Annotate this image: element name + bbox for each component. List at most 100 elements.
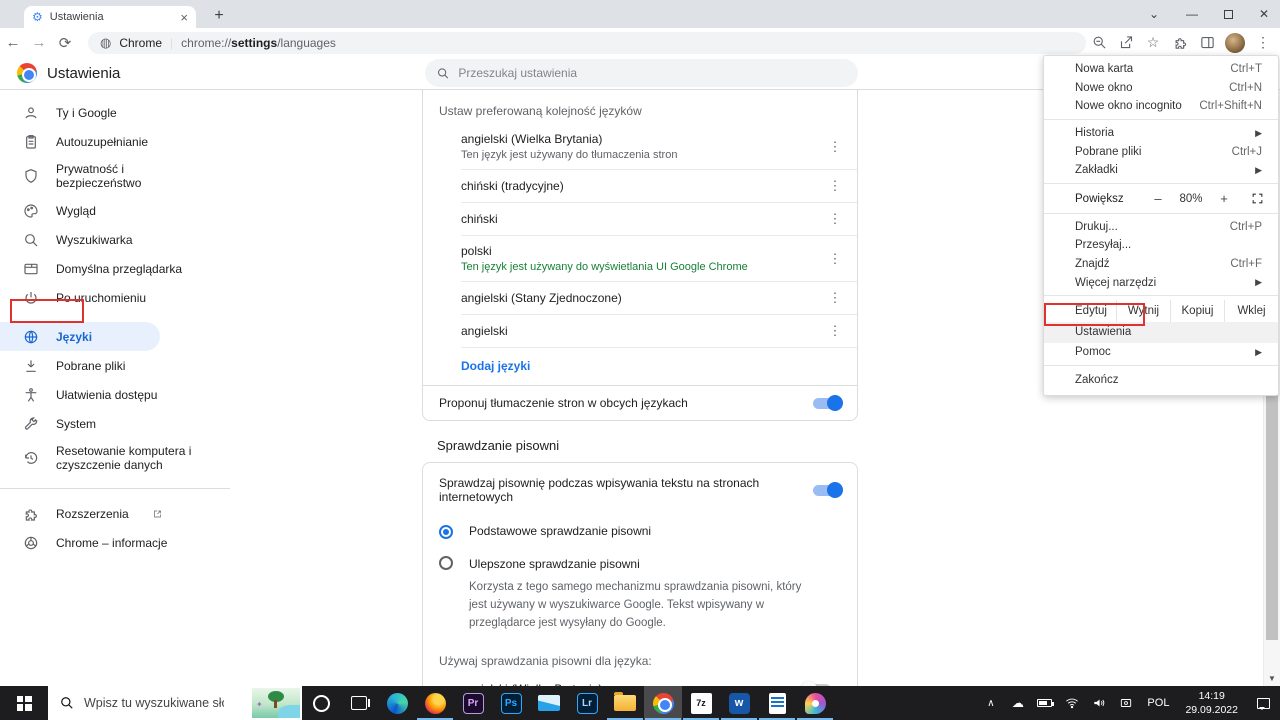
profile-avatar[interactable] (1225, 32, 1245, 53)
forward-icon[interactable]: → (26, 34, 52, 51)
share-icon[interactable] (1117, 34, 1135, 52)
sidebar-item-appearance[interactable]: Wygląd (0, 196, 230, 225)
external-link-icon (145, 505, 162, 522)
language-kebab-icon[interactable]: ⋮ (823, 251, 847, 267)
photoshop-button[interactable]: Ps (492, 686, 530, 720)
menu-item-more-tools[interactable]: Więcej narzędzi ▶ (1044, 273, 1278, 292)
menu-item-exit[interactable]: Zakończ (1044, 370, 1278, 391)
start-button[interactable] (0, 686, 48, 720)
language-kebab-icon[interactable]: ⋮ (823, 290, 847, 306)
language-kebab-icon[interactable]: ⋮ (823, 178, 847, 194)
back-icon[interactable]: ← (0, 34, 26, 51)
premiere-button[interactable]: Pr (454, 686, 492, 720)
action-center-button[interactable] (1246, 697, 1280, 710)
sidebar-item-languages[interactable]: Języki (0, 322, 160, 351)
volume-icon[interactable] (1085, 696, 1112, 710)
edge-button[interactable] (378, 686, 416, 720)
tray-expand-chevron-icon[interactable]: ∧ (977, 698, 1004, 709)
lightroom-button[interactable]: Lr (568, 686, 606, 720)
menu-item-help[interactable]: Pomoc ▶ (1044, 343, 1278, 362)
menu-item-bookmarks[interactable]: Zakładki ▶ (1044, 161, 1278, 180)
firefox-button[interactable] (416, 686, 454, 720)
bookmark-star-icon[interactable]: ☆ (1144, 34, 1162, 52)
offer-translate-toggle[interactable] (813, 395, 843, 411)
mail-button[interactable] (530, 686, 568, 720)
tab-title: Ustawienia (49, 11, 104, 23)
paint3d-button[interactable] (796, 686, 834, 720)
sidebar-item-system[interactable]: System (0, 409, 230, 438)
sidebar-item-reset[interactable]: Resetowanie komputera i czyszczenie dany… (0, 438, 210, 478)
scrollbar-down-arrow-icon[interactable]: ▼ (1264, 674, 1280, 683)
cut-button[interactable]: Wytnij (1116, 299, 1170, 322)
chrome-button[interactable] (644, 686, 682, 720)
taskbar-search-input[interactable] (84, 696, 224, 710)
sidebar-item-search-engine[interactable]: Wyszukiwarka (0, 225, 230, 254)
tab-close-icon[interactable]: × (180, 10, 188, 25)
scrollbar-thumb[interactable] (1266, 372, 1278, 640)
add-languages-link[interactable]: Dodaj języki (461, 348, 857, 385)
paste-button[interactable]: Wklej (1224, 299, 1278, 322)
taskbar-search[interactable]: ✦ (48, 686, 302, 720)
accessibility-icon (23, 386, 40, 403)
mail-icon (538, 695, 560, 711)
writer-button[interactable] (758, 686, 796, 720)
sidebar-item-you-and-google[interactable]: Ty i Google (0, 98, 230, 127)
battery-icon[interactable] (1031, 699, 1058, 707)
wrench-icon (23, 415, 40, 432)
menu-item-new-tab[interactable]: Nowa karta Ctrl+T (1044, 60, 1278, 79)
copy-button[interactable]: Kopiuj (1170, 299, 1224, 322)
sidebar-item-privacy[interactable]: Prywatność i bezpieczeństwo (0, 156, 190, 196)
word-button[interactable]: w (720, 686, 758, 720)
onedrive-cloud-icon[interactable]: ☁ (1004, 696, 1031, 710)
address-bar[interactable]: ◍ Chrome | chrome://settings/languages (88, 32, 1086, 54)
fullscreen-icon[interactable] (1251, 192, 1264, 205)
menu-item-new-window[interactable]: Nowe okno Ctrl+N (1044, 79, 1278, 98)
menu-item-print[interactable]: Drukuj... Ctrl+P (1044, 218, 1278, 237)
language-kebab-icon[interactable]: ⋮ (823, 139, 847, 155)
enhanced-spellcheck-radio[interactable] (439, 556, 453, 570)
zoom-minus-button[interactable]: – (1143, 191, 1173, 206)
clock[interactable]: 14:19 29.09.2022 (1177, 689, 1246, 717)
chrome-logo-icon (17, 63, 37, 83)
cortana-button[interactable] (302, 686, 340, 720)
new-tab-button[interactable]: + (208, 7, 230, 25)
sidebar-item-autofill[interactable]: Autouzupełnianie (0, 127, 230, 156)
browser-menu-kebab-icon[interactable]: ⋮ (1254, 34, 1272, 52)
reload-icon[interactable]: ⟳ (52, 34, 78, 52)
menu-item-history[interactable]: Historia ▶ (1044, 124, 1278, 143)
menu-item-new-incognito[interactable]: Nowe okno incognito Ctrl+Shift+N (1044, 97, 1278, 116)
menu-divider (1044, 295, 1278, 297)
menu-item-cast[interactable]: Przesyłaj... (1044, 236, 1278, 255)
zoom-out-icon[interactable] (1090, 34, 1108, 52)
extensions-puzzle-icon[interactable] (1171, 34, 1189, 52)
sidebar-item-downloads[interactable]: Pobrane pliki (0, 351, 230, 380)
connect-display-icon[interactable] (1112, 696, 1139, 710)
menu-item-settings[interactable]: Ustawienia (1044, 321, 1278, 343)
browser-tab[interactable]: ⚙ Ustawienia × (24, 6, 196, 28)
file-explorer-button[interactable] (606, 686, 644, 720)
minimize-button[interactable]: — (1172, 0, 1212, 28)
settings-search[interactable] (425, 59, 858, 87)
sidebar-item-accessibility[interactable]: Ułatwienia dostępu (0, 380, 230, 409)
window-close-button[interactable]: ✕ (1244, 0, 1280, 28)
taskbar-apps: Pr Ps Lr 7z w (302, 686, 834, 720)
language-indicator[interactable]: POL (1139, 697, 1177, 709)
settings-search-input[interactable] (458, 66, 846, 80)
language-kebab-icon[interactable]: ⋮ (823, 211, 847, 227)
sidebar-item-on-startup[interactable]: Po uruchomieniu (0, 283, 230, 312)
language-kebab-icon[interactable]: ⋮ (823, 323, 847, 339)
side-panel-icon[interactable] (1198, 34, 1216, 52)
menu-item-downloads[interactable]: Pobrane pliki Ctrl+J (1044, 142, 1278, 161)
sidebar-item-about-chrome[interactable]: Chrome – informacje (0, 528, 230, 557)
zoom-plus-button[interactable]: + (1209, 191, 1239, 206)
menu-item-find[interactable]: Znajdź Ctrl+F (1044, 255, 1278, 274)
restore-button[interactable] (1208, 0, 1248, 28)
basic-spellcheck-radio[interactable] (439, 525, 453, 539)
task-view-button[interactable] (340, 686, 378, 720)
wifi-icon[interactable] (1058, 696, 1085, 710)
sidebar-item-default-browser[interactable]: Domyślna przeglądarka (0, 254, 230, 283)
sidebar-item-extensions[interactable]: Rozszerzenia (0, 499, 230, 528)
spellcheck-master-toggle[interactable] (813, 482, 843, 498)
tab-search-chevron-icon[interactable]: ⌄ (1134, 0, 1174, 28)
7zip-button[interactable]: 7z (682, 686, 720, 720)
